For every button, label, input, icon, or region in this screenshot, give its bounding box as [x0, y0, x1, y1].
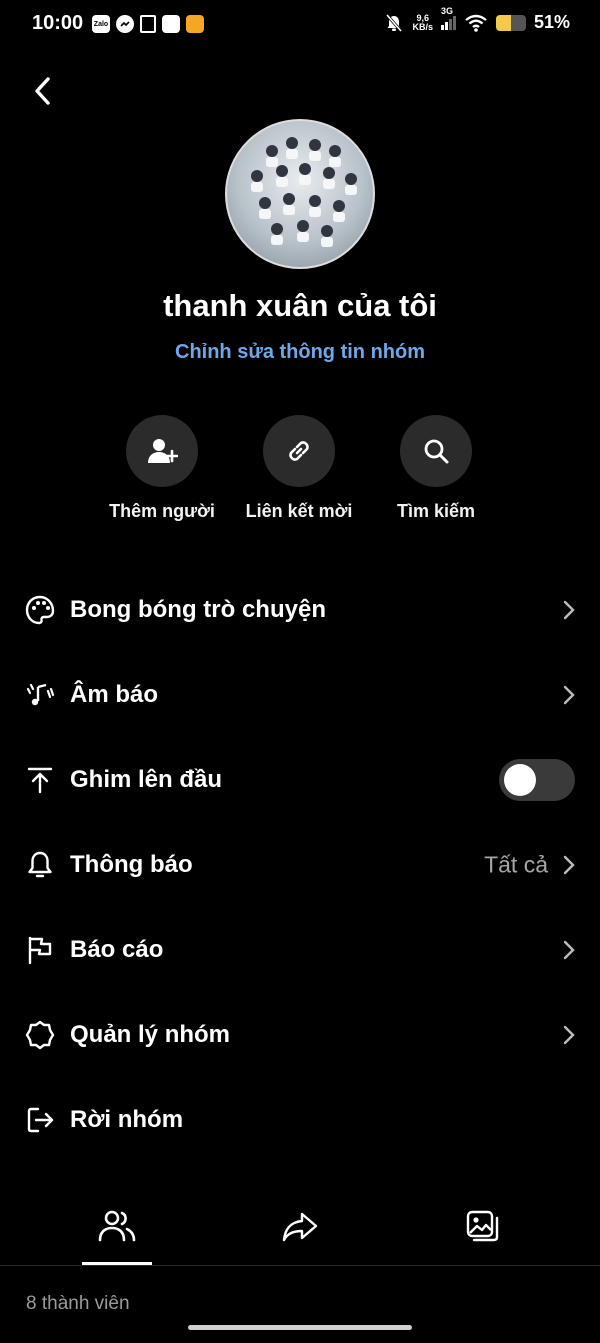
net-speed-unit: KB/s	[412, 21, 433, 32]
members-count: 8 thành viên	[26, 1293, 130, 1314]
bell-icon	[24, 849, 56, 881]
invite-link-button[interactable]	[263, 415, 335, 487]
home-indicator[interactable]	[188, 1325, 412, 1330]
group-name: thanh xuân của tôi	[163, 288, 437, 323]
menu-notifications[interactable]: Thông báo Tất cả	[0, 822, 600, 907]
signal-icon: 3G	[440, 6, 456, 30]
network-type: 3G	[440, 5, 453, 16]
menu-pin-label: Ghim lên đầu	[70, 765, 223, 793]
zalo-icon: Zalo	[92, 15, 110, 33]
add-person-icon	[148, 439, 178, 463]
chevron-right-icon	[563, 855, 575, 874]
palette-icon	[24, 594, 56, 626]
group-avatar[interactable]	[225, 119, 375, 269]
exit-icon	[24, 1104, 56, 1136]
messenger-icon	[116, 15, 134, 33]
group-photo	[251, 137, 357, 247]
menu-report[interactable]: Báo cáo	[0, 907, 600, 992]
tab-media[interactable]	[383, 1196, 583, 1256]
wifi-icon	[465, 14, 487, 32]
search-action[interactable]: Tìm kiếm	[366, 415, 506, 522]
chevron-right-icon	[563, 600, 575, 619]
toggle-knob	[504, 763, 536, 796]
invite-link-label: Liên kết mời	[245, 501, 353, 521]
status-app-icons: Zalo	[92, 15, 204, 33]
chevron-right-icon	[563, 940, 575, 959]
menu-report-label: Báo cáo	[70, 935, 164, 963]
bell-muted-icon	[386, 13, 403, 32]
menu-leave-group-label: Rời nhóm	[70, 1105, 184, 1133]
net-speed: 9,6 KB/s	[412, 13, 433, 32]
share-icon	[282, 1212, 318, 1242]
pin-top-icon	[24, 764, 56, 796]
invite-link-action[interactable]: Liên kết mời	[229, 415, 369, 522]
status-right-group: 9,6 KB/s 3G 51%	[384, 6, 570, 33]
status-time: 10:00	[32, 12, 84, 34]
chevron-right-icon	[563, 1025, 575, 1044]
battery-icon	[495, 14, 526, 31]
menu-manage-group[interactable]: Quản lý nhóm	[0, 992, 600, 1077]
music-note-icon	[24, 679, 56, 711]
back-button[interactable]	[28, 76, 58, 106]
menu-chat-bubble-label: Bong bóng trò chuyện	[70, 595, 326, 623]
menu-pin[interactable]: Ghim lên đầu	[0, 737, 600, 822]
menu-notifications-label: Thông báo	[70, 850, 193, 878]
weibo-icon	[186, 15, 204, 33]
add-person-label: Thêm người	[109, 501, 215, 521]
note-icon	[140, 15, 156, 33]
search-button[interactable]	[400, 415, 472, 487]
menu-sound-label: Âm báo	[70, 680, 159, 708]
search-label: Tìm kiếm	[396, 501, 476, 521]
menu-manage-group-label: Quản lý nhóm	[70, 1020, 231, 1048]
tab-members[interactable]	[17, 1196, 217, 1256]
tab-divider	[0, 1265, 600, 1266]
tab-share[interactable]	[200, 1196, 400, 1256]
search-icon	[424, 439, 449, 464]
app-icon	[162, 15, 180, 33]
pin-toggle[interactable]	[499, 758, 575, 801]
settings-gear-icon	[24, 1019, 56, 1051]
menu-sound[interactable]: Âm báo	[0, 652, 600, 737]
menu-chat-bubble[interactable]: Bong bóng trò chuyện	[0, 567, 600, 652]
add-person-action[interactable]: Thêm người	[92, 415, 232, 522]
flag-icon	[24, 934, 56, 966]
back-arrow-icon	[35, 77, 50, 105]
chevron-right-icon	[563, 685, 575, 704]
notifications-value: Tất cả	[484, 851, 548, 877]
battery-percent: 51%	[533, 12, 570, 32]
link-icon	[289, 441, 309, 461]
members-icon	[98, 1210, 136, 1242]
media-icon	[466, 1210, 499, 1242]
edit-group-info-link[interactable]: Chỉnh sửa thông tin nhóm	[0, 341, 600, 364]
menu-leave-group[interactable]: Rời nhóm	[0, 1077, 600, 1162]
add-person-button[interactable]	[126, 415, 198, 487]
